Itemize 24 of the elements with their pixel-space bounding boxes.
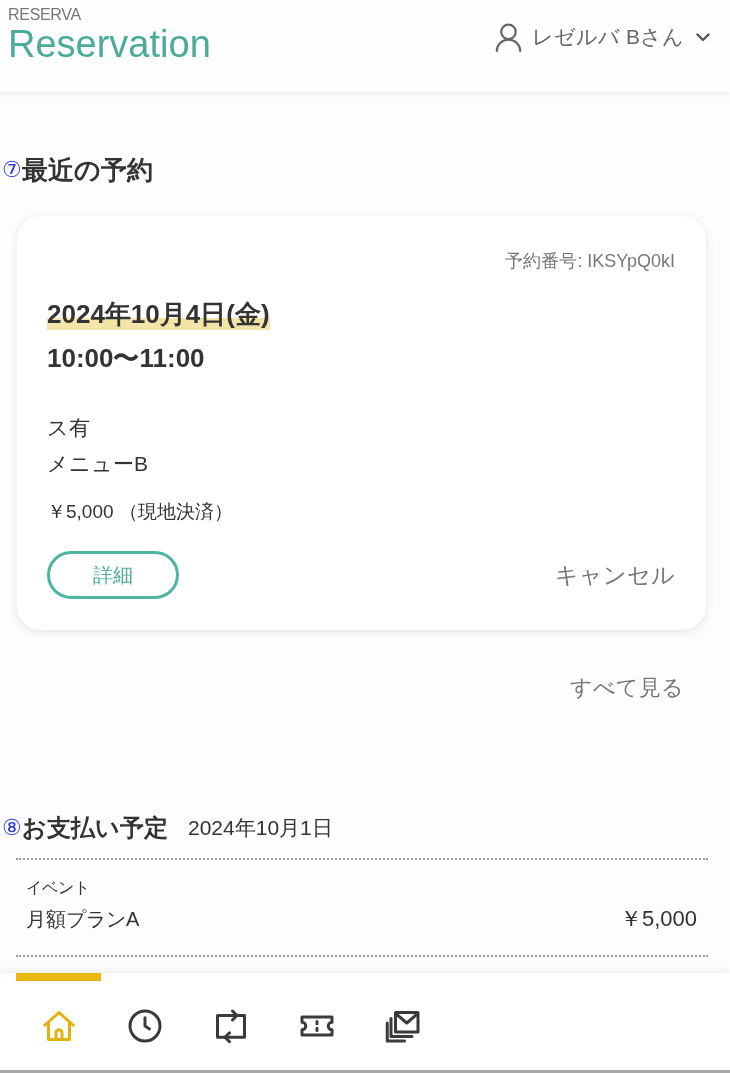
see-all-link[interactable]: すべて見る [570,670,684,706]
user-menu[interactable]: レゼルバ Bさん [495,22,710,52]
reservation-number: 予約番号: IKSYpQ0kI [505,250,675,273]
mail-icon [384,1008,421,1044]
section-title: 最近の予約 [22,154,153,187]
clock-icon [126,1008,163,1044]
section-title: お支払い予定 [22,813,168,843]
reservation-detail: メニューB [47,451,148,477]
brand-label: RESERVA [8,6,81,24]
detail-button[interactable]: 詳細 [47,551,179,599]
cancel-link[interactable]: キャンセル [555,559,675,591]
payment-date: 2024年10月1日 [188,815,333,841]
reservation-time: 10:00〜11:00 [47,342,205,375]
payment-amount: ￥5,000 [619,905,697,933]
price-text: ￥5,000 （現地決済） [47,500,233,524]
user-icon [495,22,523,52]
home-icon [40,1008,77,1044]
plan-name: 月額プランA [26,907,140,932]
payment-type: イベント [26,878,90,898]
app-title: Reservation [8,24,211,64]
chevron-down-icon [696,32,710,42]
circled-number: ⑦ [2,158,22,182]
reservation-detail: ス有 [47,415,90,441]
circled-number: ⑧ [2,816,22,840]
